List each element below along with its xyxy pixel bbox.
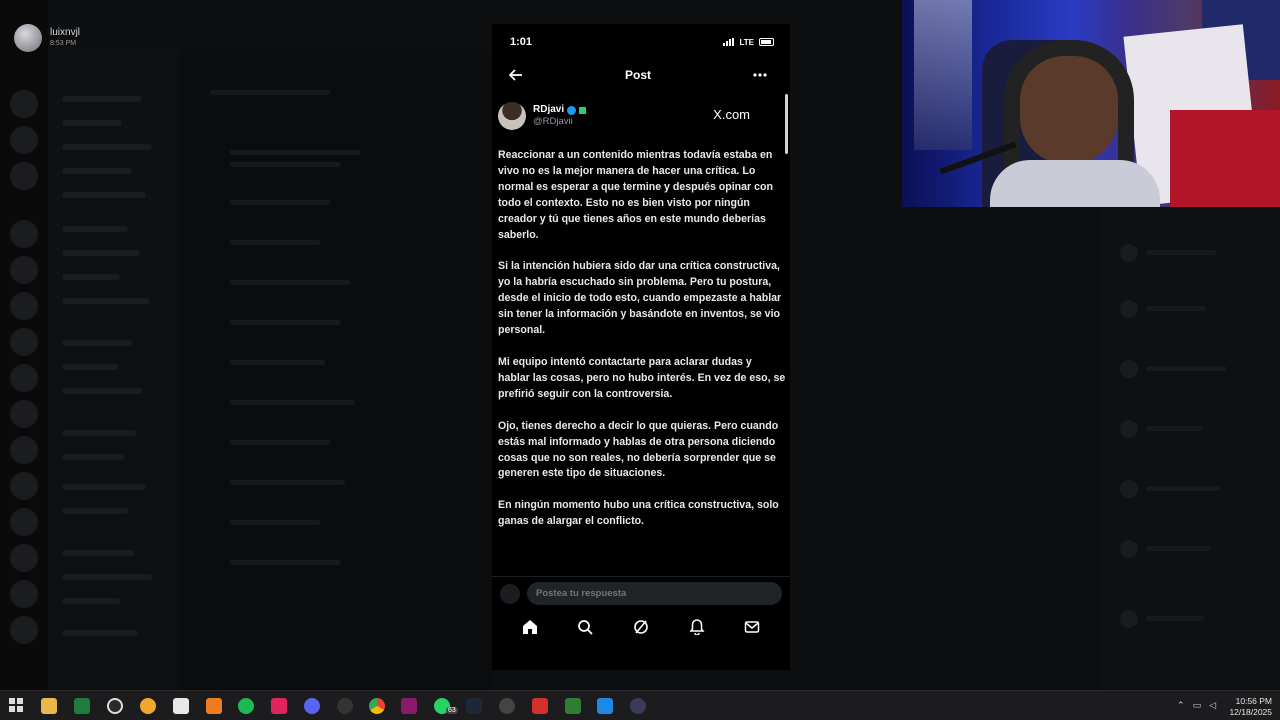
home-icon[interactable] — [515, 612, 545, 642]
signal-icon — [723, 38, 735, 46]
clock-time: 10:56 PM — [1235, 696, 1272, 706]
webcam-feed — [902, 0, 1280, 207]
post-paragraph: Reaccionar a un contenido mientras todav… — [498, 149, 773, 241]
author-display-name[interactable]: RDjavi — [533, 104, 564, 116]
status-time: 1:01 — [510, 36, 533, 48]
app-icon[interactable] — [565, 698, 581, 714]
taskbar: 63 ⌃ ▭ ◁ 10:56 PM 12/18/2025 — [0, 690, 1280, 720]
whatsapp-badge: 63 — [446, 707, 458, 714]
server-rail — [0, 0, 48, 690]
taskbar-clock[interactable]: 10:56 PM 12/18/2025 — [1229, 696, 1272, 718]
steam-icon[interactable] — [466, 698, 482, 714]
reply-bar — [492, 576, 790, 608]
post-paragraph: Si la intención hubiera sido dar una crí… — [498, 260, 782, 337]
reply-avatar — [500, 584, 520, 604]
file-explorer-icon[interactable] — [41, 698, 57, 714]
grok-icon[interactable] — [626, 612, 656, 642]
tiktok-icon[interactable] — [271, 698, 287, 714]
spotify-icon[interactable] — [238, 698, 254, 714]
scrollbar[interactable] — [785, 94, 788, 154]
user-time: 8:53 PM — [50, 40, 77, 47]
app-icon[interactable] — [401, 698, 417, 714]
post-paragraph: Mi equipo intentó contactarte para aclar… — [498, 355, 786, 400]
clock-date: 12/18/2025 — [1229, 707, 1272, 717]
verified-badge-icon — [567, 105, 577, 115]
bottom-nav — [492, 612, 790, 642]
thread-panel — [180, 50, 490, 690]
affiliate-badge-icon — [579, 106, 587, 114]
chevron-up-icon[interactable]: ⌃ — [1177, 700, 1185, 711]
reply-input[interactable] — [527, 582, 782, 605]
volume-icon[interactable]: ◁ — [1209, 700, 1216, 711]
excel-icon[interactable] — [74, 698, 90, 714]
user-name: luixnvjl — [50, 27, 81, 38]
notifications-icon[interactable] — [682, 612, 712, 642]
system-tray: ⌃ ▭ ◁ — [1177, 700, 1216, 711]
back-arrow-icon[interactable] — [504, 63, 528, 87]
network-icon[interactable]: ▭ — [1193, 700, 1202, 711]
source-label: X.com — [713, 107, 750, 122]
search-icon[interactable] — [570, 612, 600, 642]
user-avatar — [14, 24, 42, 52]
post-paragraph: Ojo, tienes derecho a decir lo que quier… — [498, 419, 779, 480]
post-header: Post — [492, 60, 790, 90]
chatgpt-icon[interactable] — [337, 698, 353, 714]
channel-list — [48, 50, 178, 690]
battery-icon — [759, 38, 774, 46]
author-avatar[interactable] — [498, 102, 526, 130]
app-icon[interactable] — [499, 698, 515, 714]
chrome-icon[interactable] — [369, 698, 385, 714]
page-title: Post — [624, 68, 651, 82]
status-bar: 1:01 LTE — [492, 24, 790, 60]
post-author: RDjavi @RDjavii X.com — [492, 96, 790, 136]
phone-screen: 1:01 LTE Post RDjavi @RDjavii X.com Reac… — [492, 24, 790, 670]
obs-icon[interactable] — [107, 698, 123, 714]
windows-start-icon[interactable] — [9, 698, 25, 714]
app-icon[interactable] — [140, 698, 156, 714]
network-label: LTE — [739, 37, 754, 47]
more-options-icon[interactable] — [748, 63, 772, 87]
app-icon[interactable] — [597, 698, 613, 714]
user-chip: luixnvjl 8:53 PM — [14, 24, 80, 52]
author-handle[interactable]: @RDjavii — [533, 116, 586, 128]
discord-icon[interactable] — [304, 698, 320, 714]
app-icon[interactable] — [630, 698, 646, 714]
app-icon[interactable] — [532, 698, 548, 714]
post-paragraph: En ningún momento hubo una crítica const… — [498, 499, 779, 528]
capcut-icon[interactable] — [173, 698, 189, 714]
post-body: Reaccionar a un contenido mientras todav… — [492, 136, 790, 551]
member-list — [1100, 210, 1280, 690]
messages-icon[interactable] — [737, 612, 767, 642]
app-icon[interactable] — [206, 698, 222, 714]
